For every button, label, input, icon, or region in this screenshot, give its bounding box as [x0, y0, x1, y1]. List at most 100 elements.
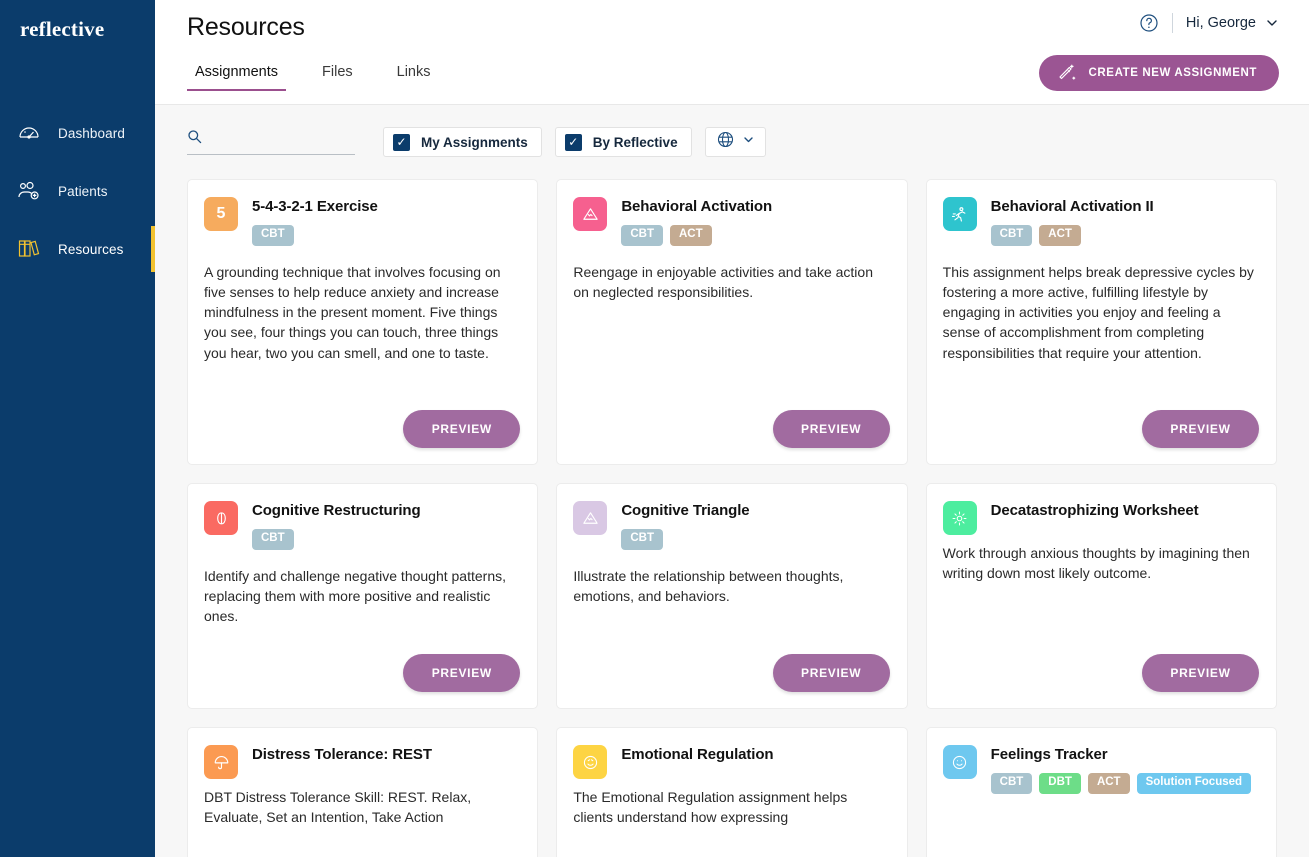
add-people-icon	[14, 176, 44, 206]
preview-button[interactable]: PREVIEW	[1142, 654, 1259, 692]
status-badge: DBT	[1039, 773, 1081, 794]
filter-bar: ✓ My Assignments ✓ By Reflective	[187, 105, 1277, 179]
books-icon	[14, 234, 44, 264]
card-footer: PREVIEW	[573, 396, 890, 448]
top-right-actions: Hi, George	[1139, 13, 1279, 33]
app-root: reflective Dashboard Patients Resources …	[0, 0, 1309, 857]
preview-button[interactable]: PREVIEW	[403, 654, 521, 692]
number-five-icon: 5	[204, 197, 238, 231]
card-title: Cognitive Restructuring	[252, 502, 421, 519]
card-header: Cognitive Restructuring CBT	[204, 500, 520, 550]
status-badge: CBT	[252, 529, 294, 550]
card-title: Behavioral Activation	[621, 198, 773, 215]
card-description: Work through anxious thoughts by imagini…	[942, 545, 1250, 582]
card-title: Emotional Regulation	[621, 746, 774, 763]
preview-button[interactable]: PREVIEW	[772, 410, 890, 448]
preview-button[interactable]: PREVIEW	[772, 654, 890, 692]
umbrella-icon	[204, 745, 238, 779]
assignment-card[interactable]: Cognitive Triangle CBT Illustrate the re…	[556, 483, 908, 709]
tile-glyph: 5	[216, 205, 226, 222]
card-title: Distress Tolerance: REST	[252, 746, 432, 763]
checkbox-checked-icon[interactable]: ✓	[393, 133, 410, 151]
assignment-card[interactable]: Behavioral Activation II CBT ACT This as…	[925, 179, 1277, 465]
status-badge: CBT	[252, 225, 294, 246]
card-header: Behavioral Activation CBT ACT	[573, 196, 889, 246]
create-new-assignment-button[interactable]: CREATE NEW ASSIGNMENT	[1038, 55, 1279, 91]
running-person-icon	[942, 197, 977, 231]
status-badge: Solution Focused	[1136, 773, 1252, 794]
create-new-assignment-label: CREATE NEW ASSIGNMENT	[1088, 67, 1257, 79]
card-footer: PREVIEW	[943, 640, 1259, 692]
user-menu[interactable]: Hi, George	[1186, 15, 1279, 31]
assignment-card[interactable]: Feelings Tracker CBT DBT ACT Solution Fo…	[925, 727, 1277, 857]
card-description: The Emotional Regulation assignment help…	[573, 789, 848, 826]
tab-files[interactable]: Files	[314, 58, 361, 91]
card-header: Distress Tolerance: REST	[204, 744, 520, 779]
card-title: 5-4-3-2-1 Exercise	[252, 198, 378, 215]
card-footer: PREVIEW	[573, 640, 890, 692]
card-title: Decatastrophizing Worksheet	[990, 502, 1199, 519]
assignment-card[interactable]: 5 5-4-3-2-1 Exercise CBT A grounding tec…	[187, 179, 539, 465]
tab-assignments[interactable]: Assignments	[187, 58, 287, 91]
brain-icon	[204, 501, 238, 535]
smiley-face-icon	[573, 745, 608, 779]
checkbox-checked-icon[interactable]: ✓	[564, 133, 582, 151]
filter-my-assignments[interactable]: ✓ My Assignments	[383, 127, 542, 157]
page-title: Resources	[187, 13, 305, 41]
sidebar-item-label: Dashboard	[58, 125, 125, 141]
card-header: Cognitive Triangle CBT	[573, 500, 889, 550]
search-icon	[187, 129, 202, 149]
assignment-card[interactable]: Decatastrophizing Worksheet Work through…	[925, 483, 1277, 709]
card-footer: PREVIEW	[943, 396, 1259, 448]
card-header: Behavioral Activation II CBT ACT	[942, 196, 1259, 246]
assignment-card[interactable]: Distress Tolerance: REST DBT Distress To…	[187, 727, 539, 857]
card-badges: CBT ACT	[990, 225, 1154, 246]
status-badge: CBT	[621, 529, 663, 550]
sidebar-item-dashboard[interactable]: Dashboard	[0, 104, 155, 162]
main-area: Resources Assignments Files Links Hi, Ge…	[155, 0, 1309, 857]
filter-my-assignments-label: My Assignments	[421, 134, 528, 150]
search-input[interactable]	[210, 131, 355, 147]
card-description: This assignment helps break depressive c…	[942, 263, 1254, 361]
status-badge: CBT	[990, 773, 1033, 794]
status-badge: CBT	[990, 225, 1033, 246]
sidebar: reflective Dashboard Patients Resources	[0, 0, 155, 857]
tab-links[interactable]: Links	[389, 58, 439, 91]
app-logo: reflective	[20, 17, 105, 41]
gear-icon	[942, 501, 977, 535]
assignment-card-grid: 5 5-4-3-2-1 Exercise CBT A grounding tec…	[187, 179, 1277, 857]
sidebar-item-patients[interactable]: Patients	[0, 162, 155, 220]
card-description: Reengage in enjoyable activities and tak…	[573, 263, 873, 300]
sidebar-item-resources[interactable]: Resources	[0, 220, 155, 278]
preview-button[interactable]: PREVIEW	[403, 410, 521, 448]
mountain-icon	[573, 197, 608, 231]
sidebar-item-label: Resources	[58, 241, 124, 257]
user-greeting-label: Hi, George	[1185, 15, 1256, 31]
content-area: ✓ My Assignments ✓ By Reflective 5 5-4-3…	[155, 105, 1309, 857]
divider	[1171, 13, 1173, 33]
chevron-down-icon	[742, 133, 755, 151]
chevron-down-icon	[1265, 16, 1279, 30]
card-description: Illustrate the relationship between thou…	[573, 567, 844, 604]
card-badges: CBT ACT	[621, 225, 772, 246]
status-badge: CBT	[621, 225, 663, 246]
card-header: Decatastrophizing Worksheet	[942, 500, 1259, 535]
card-badges: CBT DBT ACT Solution Focused	[990, 773, 1252, 794]
filter-by-reflective[interactable]: ✓ By Reflective	[554, 127, 692, 157]
card-badges: CBT	[252, 529, 421, 550]
preview-button[interactable]: PREVIEW	[1142, 410, 1259, 448]
question-circle-icon[interactable]	[1139, 13, 1159, 33]
card-header: Feelings Tracker CBT DBT ACT Solution Fo…	[942, 744, 1259, 794]
assignment-card[interactable]: Cognitive Restructuring CBT Identify and…	[187, 483, 539, 709]
search-box[interactable]	[187, 129, 355, 155]
top-bar: Resources Assignments Files Links Hi, Ge…	[155, 0, 1309, 105]
magic-wand-icon	[1057, 62, 1077, 85]
assignment-card[interactable]: Emotional Regulation The Emotional Regul…	[556, 727, 908, 857]
card-header: 5 5-4-3-2-1 Exercise CBT	[204, 196, 520, 246]
sidebar-nav: Dashboard Patients Resources	[0, 104, 155, 278]
assignment-card[interactable]: Behavioral Activation CBT ACT Reengage i…	[556, 179, 908, 465]
language-dropdown[interactable]	[704, 127, 766, 157]
status-badge: ACT	[1039, 225, 1081, 246]
card-title: Behavioral Activation II	[990, 198, 1154, 215]
sidebar-item-label: Patients	[58, 183, 108, 199]
